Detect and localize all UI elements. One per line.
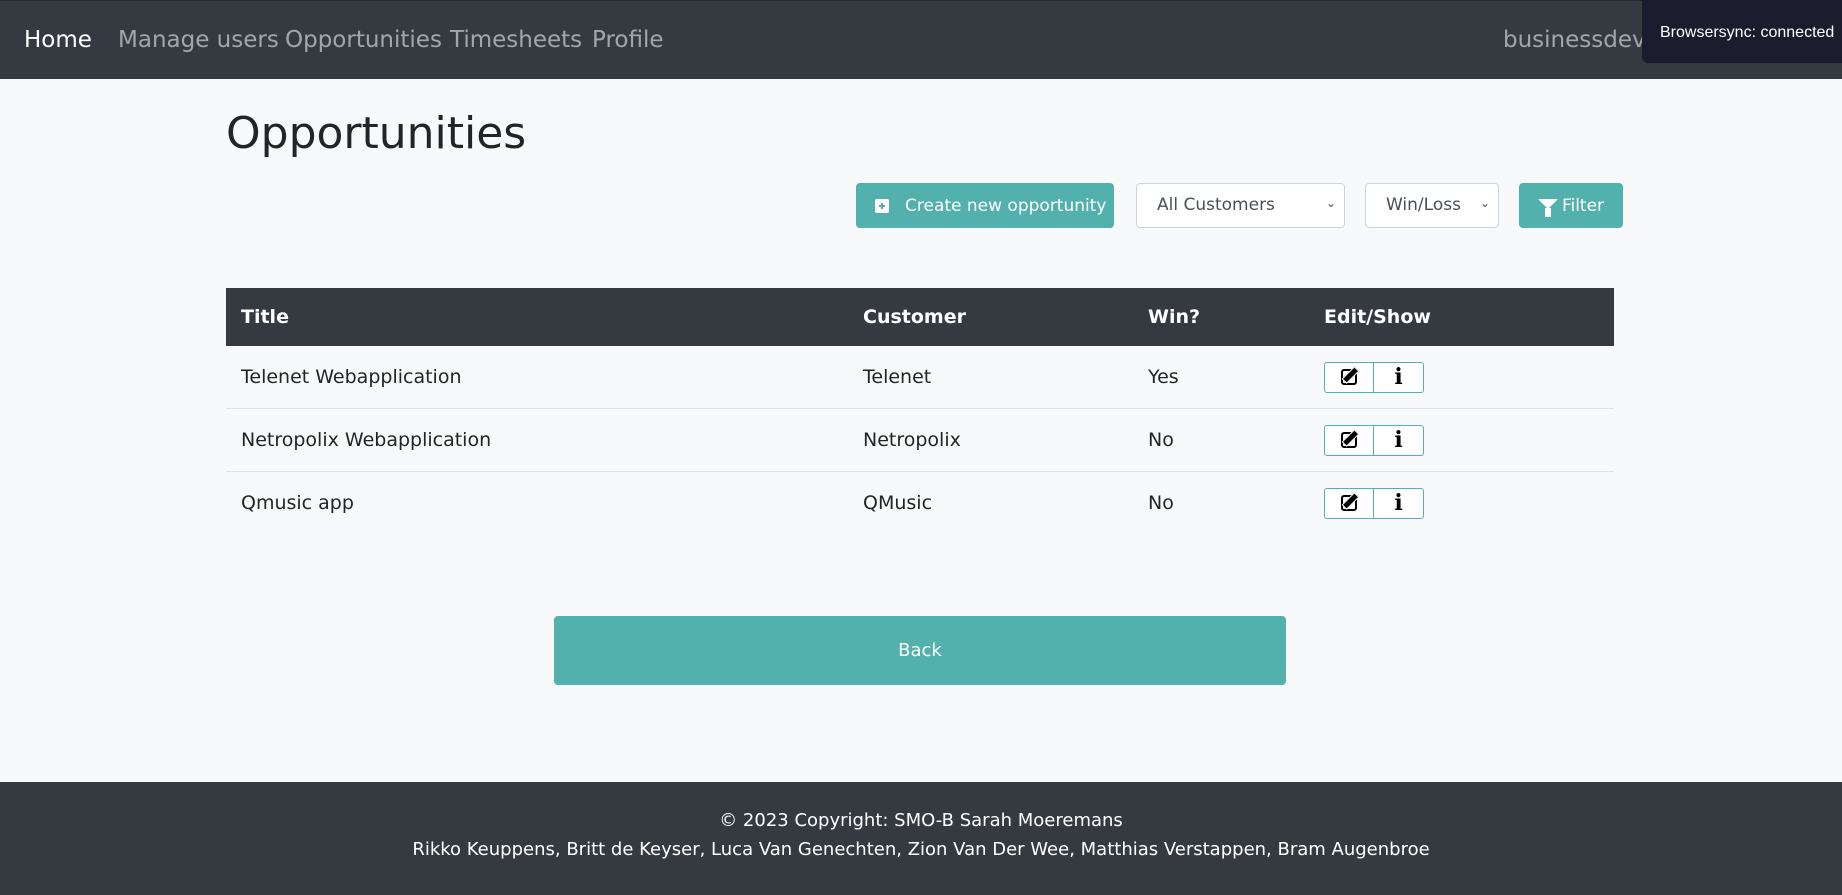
chevron-down-icon: ⌄: [1325, 196, 1336, 210]
nav-opportunities[interactable]: Opportunities: [285, 25, 442, 55]
show-button[interactable]: i: [1374, 424, 1424, 456]
back-label: Back: [898, 640, 942, 661]
filter-label: Filter: [1561, 195, 1605, 216]
nav-home[interactable]: Home: [24, 25, 92, 55]
info-icon: i: [1394, 490, 1403, 516]
edit-icon: [1341, 495, 1357, 511]
show-button[interactable]: i: [1374, 487, 1424, 519]
winloss-select[interactable]: Win/Loss ⌄: [1365, 183, 1499, 228]
info-icon: i: [1394, 364, 1403, 390]
header-title: Title: [226, 288, 848, 346]
back-button[interactable]: Back: [554, 616, 1286, 685]
edit-button[interactable]: [1324, 487, 1374, 519]
row-action-group: i: [1324, 487, 1424, 519]
header-customer: Customer: [848, 288, 1133, 346]
info-icon: i: [1394, 427, 1403, 453]
cell-customer: Telenet: [848, 346, 1133, 409]
footer-copyright: © 2023 Copyright: SMO-B Sarah Moeremans: [719, 810, 1123, 831]
filter-icon: [1537, 198, 1558, 217]
show-button[interactable]: i: [1374, 361, 1424, 393]
browsersync-notification: Browsersync: connected: [1642, 0, 1842, 63]
footer-authors: Rikko Keuppens, Britt de Keyser, Luca Va…: [412, 839, 1430, 860]
cell-win: No: [1133, 408, 1309, 472]
customer-select[interactable]: All Customers ⌄: [1136, 183, 1345, 228]
nav-manage-users[interactable]: Manage users: [118, 25, 279, 55]
cell-actions: i: [1309, 472, 1614, 535]
row-action-group: i: [1324, 424, 1424, 456]
chevron-down-icon: ⌄: [1479, 196, 1490, 210]
customer-select-value: All Customers: [1157, 195, 1275, 215]
edit-button[interactable]: [1324, 424, 1374, 456]
table-row: Qmusic app QMusic No i: [226, 472, 1614, 535]
edit-icon: [1341, 369, 1357, 385]
filter-button[interactable]: Filter: [1519, 183, 1623, 228]
page-title: Opportunities: [226, 108, 527, 159]
row-action-group: i: [1324, 361, 1424, 393]
table-row: Netropolix Webapplication Netropolix No …: [226, 408, 1614, 472]
cell-win: No: [1148, 492, 1174, 514]
cell-title: Qmusic app: [241, 492, 354, 514]
table-row: Telenet Webapplication Telenet Yes i: [226, 346, 1614, 409]
cell-customer: QMusic: [863, 492, 933, 514]
header-edit-show: Edit/Show: [1309, 288, 1614, 346]
nav-profile[interactable]: Profile: [592, 25, 664, 55]
footer: © 2023 Copyright: SMO-B Sarah Moeremans …: [0, 782, 1842, 895]
top-navbar: Home Manage users Opportunities Timeshee…: [0, 0, 1842, 79]
edit-icon: [1341, 432, 1357, 448]
winloss-select-value: Win/Loss: [1386, 195, 1461, 215]
create-opportunity-label: Create new opportunity: [905, 195, 1107, 216]
plus-square-icon: [875, 198, 889, 213]
cell-title: Netropolix Webapplication: [226, 408, 848, 472]
table-header-row: Title Customer Win? Edit/Show: [226, 288, 1614, 346]
edit-button[interactable]: [1324, 361, 1374, 393]
cell-title: Telenet Webapplication: [226, 346, 848, 409]
header-win: Win?: [1133, 288, 1309, 346]
cell-actions: i: [1309, 346, 1614, 409]
cell-actions: i: [1309, 408, 1614, 472]
cell-win: Yes: [1133, 346, 1309, 409]
cell-customer: Netropolix: [848, 408, 1133, 472]
opportunities-table: Title Customer Win? Edit/Show Telenet We…: [226, 288, 1614, 534]
nav-timesheets[interactable]: Timesheets: [450, 25, 582, 55]
create-opportunity-button[interactable]: Create new opportunity: [856, 183, 1114, 228]
